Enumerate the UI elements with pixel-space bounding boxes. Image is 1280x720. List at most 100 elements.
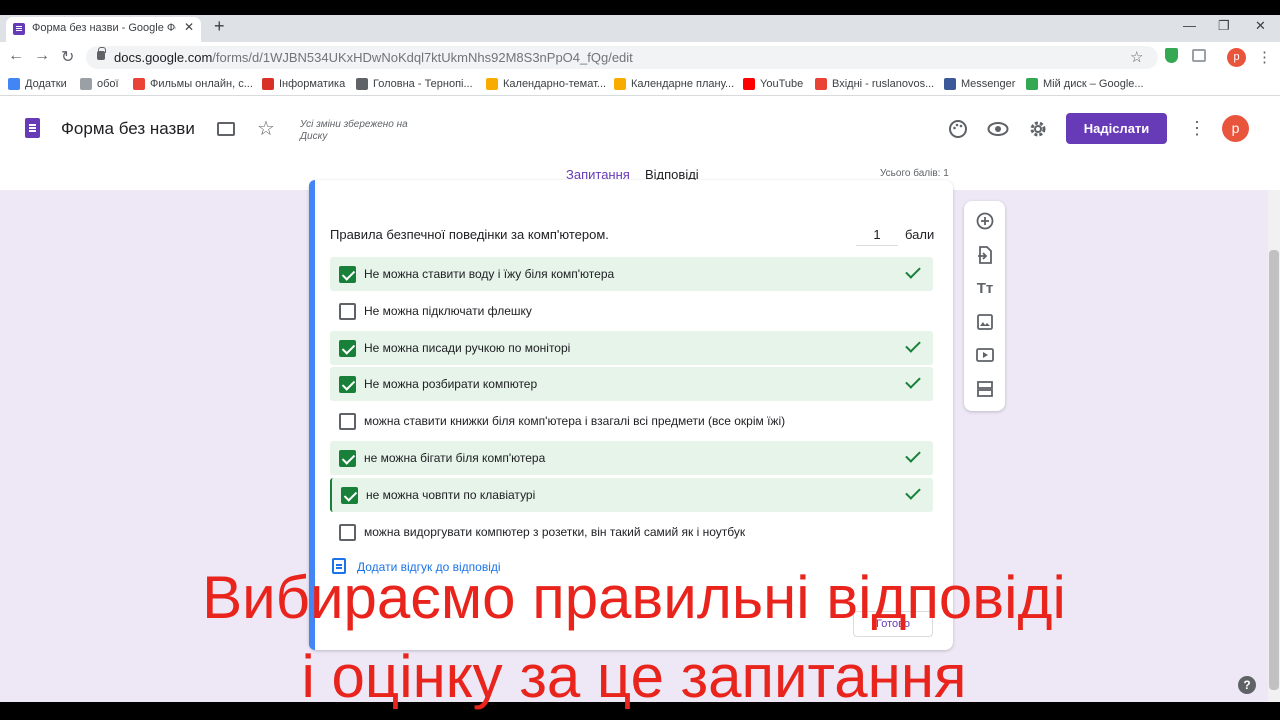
bookmark-item[interactable]: Календарне плану...: [614, 78, 734, 90]
bookmark-favicon-icon: [262, 78, 274, 90]
browser-menu-icon[interactable]: ⋮: [1257, 48, 1272, 66]
add-question-icon[interactable]: [975, 211, 995, 231]
lock-icon[interactable]: [97, 47, 106, 60]
bookmark-favicon-icon: [815, 78, 827, 90]
bookmark-item[interactable]: обої: [80, 78, 119, 90]
maximize-icon[interactable]: ❐: [1218, 18, 1230, 34]
answer-option[interactable]: Не можна писади ручкою по моніторі: [330, 331, 933, 365]
answer-label: Не можна писади ручкою по моніторі: [364, 341, 571, 355]
account-avatar[interactable]: р: [1222, 115, 1249, 142]
bookmark-item[interactable]: Головна - Тернопі...: [356, 78, 473, 90]
correct-mark-icon: [905, 484, 921, 500]
bookmark-favicon-icon: [80, 78, 92, 90]
forms-favicon-icon: [13, 23, 25, 35]
import-questions-icon[interactable]: [975, 245, 995, 265]
answer-checkbox[interactable]: [339, 413, 356, 430]
answer-label: не можна човпти по клавіатурі: [366, 488, 536, 502]
correct-mark-icon: [905, 337, 921, 353]
bookmark-favicon-icon: [614, 78, 626, 90]
send-button[interactable]: Надіслати: [1066, 113, 1167, 144]
answer-option[interactable]: Не можна підключати флешку: [330, 294, 933, 328]
answer-option[interactable]: Не можна ставити воду і їжу біля комп'ют…: [330, 257, 933, 291]
more-options-icon[interactable]: ⋮: [1188, 118, 1206, 139]
answer-checkbox[interactable]: [339, 303, 356, 320]
bookmark-label: обої: [97, 78, 119, 90]
bookmark-item[interactable]: Messenger: [944, 78, 1015, 90]
answer-label: можна видоргувати компютер з розетки, ві…: [364, 525, 746, 539]
bookmark-star-icon[interactable]: ☆: [1130, 48, 1143, 66]
answer-checkbox[interactable]: [339, 340, 356, 357]
answer-option[interactable]: Не можна розбирати компютер: [330, 367, 933, 401]
bookmark-favicon-icon: [8, 78, 20, 90]
question-title[interactable]: Правила безпечної поведінки за комп'ютер…: [330, 227, 609, 242]
bookmark-label: Головна - Тернопі...: [373, 78, 473, 90]
star-icon[interactable]: ☆: [257, 116, 275, 141]
answer-label: можна ставити книжки біля комп'ютера і в…: [364, 414, 786, 428]
bookmark-label: Вхідні - ruslanovos...: [832, 78, 935, 90]
forms-logo-icon[interactable]: [25, 118, 40, 138]
browser-profile-avatar[interactable]: р: [1227, 48, 1246, 67]
bookmark-favicon-icon: [133, 78, 145, 90]
bookmark-item[interactable]: Фильмы онлайн, с...: [133, 78, 253, 90]
bookmark-favicon-icon: [486, 78, 498, 90]
form-title[interactable]: Форма без назви: [61, 119, 195, 139]
points-unit-label: бали: [905, 227, 935, 242]
points-input[interactable]: 1: [856, 227, 898, 246]
answer-checkbox[interactable]: [339, 450, 356, 467]
answer-option[interactable]: можна ставити книжки біля комп'ютера і в…: [330, 404, 933, 438]
add-video-icon[interactable]: [975, 345, 995, 365]
bookmark-label: YouTube: [760, 78, 804, 90]
add-section-icon[interactable]: [975, 379, 995, 399]
answer-option[interactable]: не можна човпти по клавіатурі: [330, 478, 933, 512]
bookmark-item[interactable]: Інформатика: [262, 78, 345, 90]
save-status: Усі зміни збережено на Диску: [300, 119, 408, 142]
answer-label: не можна бігати біля комп'ютера: [364, 451, 546, 465]
extension-icon[interactable]: [1192, 49, 1206, 62]
minimize-icon[interactable]: —: [1183, 18, 1196, 33]
url-text[interactable]: docs.google.com/forms/d/1WJBN534UKxHDwNo…: [114, 50, 633, 65]
bookmark-label: Календарне плану...: [631, 78, 735, 90]
bookmark-favicon-icon: [356, 78, 368, 90]
bookmark-item[interactable]: Календарно-темат...: [486, 78, 606, 90]
answer-option[interactable]: можна видоргувати компютер з розетки, ві…: [330, 515, 933, 549]
bookmark-label: Фильмы онлайн, с...: [150, 78, 253, 90]
reload-icon[interactable]: ↻: [61, 47, 74, 67]
new-tab-icon[interactable]: +: [214, 16, 225, 37]
answer-option[interactable]: не можна бігати біля комп'ютера: [330, 441, 933, 475]
answer-checkbox[interactable]: [339, 266, 356, 283]
settings-gear-icon[interactable]: [1026, 117, 1050, 141]
correct-mark-icon: [905, 263, 921, 279]
bookmark-label: Мій диск – Google...: [1043, 78, 1144, 90]
bookmark-item[interactable]: Мій диск – Google...: [1026, 78, 1144, 90]
total-points: Усього балів: 1: [880, 168, 949, 179]
bookmark-label: Додатки: [25, 78, 67, 90]
bookmark-item[interactable]: Вхідні - ruslanovos...: [815, 78, 934, 90]
close-tab-icon[interactable]: ✕: [184, 20, 194, 34]
answer-checkbox[interactable]: [339, 524, 356, 541]
correct-mark-icon: [905, 373, 921, 389]
caption-line-2: і оцінку за це запитання: [301, 643, 967, 710]
answer-label: Не можна розбирати компютер: [364, 377, 538, 391]
close-window-icon[interactable]: ✕: [1255, 18, 1266, 34]
answer-checkbox[interactable]: [339, 376, 356, 393]
back-icon[interactable]: ←: [8, 47, 24, 65]
answer-label: Не можна ставити воду і їжу біля комп'ют…: [364, 267, 615, 281]
answer-label: Не можна підключати флешку: [364, 304, 532, 318]
bookmark-favicon-icon: [944, 78, 956, 90]
bookmark-item[interactable]: YouTube: [743, 78, 803, 90]
scrollbar-thumb[interactable]: [1269, 250, 1279, 690]
add-image-icon[interactable]: [975, 312, 995, 332]
preview-eye-icon[interactable]: [986, 117, 1010, 141]
folder-icon[interactable]: [217, 122, 235, 136]
correct-mark-icon: [905, 447, 921, 463]
answer-checkbox[interactable]: [341, 487, 358, 504]
bookmark-label: Інформатика: [279, 78, 346, 90]
extension-shield-icon[interactable]: [1165, 48, 1178, 63]
bookmark-item[interactable]: Додатки: [8, 78, 67, 90]
palette-icon[interactable]: [946, 117, 970, 141]
add-title-icon[interactable]: Tт: [975, 278, 995, 298]
browser-tab[interactable]: Форма без назви - Google Форми ✕: [6, 17, 201, 42]
forward-icon[interactable]: →: [34, 47, 50, 65]
bookmark-label: Messenger: [961, 78, 1016, 90]
tab-title: Форма без назви - Google Форми: [32, 22, 176, 34]
